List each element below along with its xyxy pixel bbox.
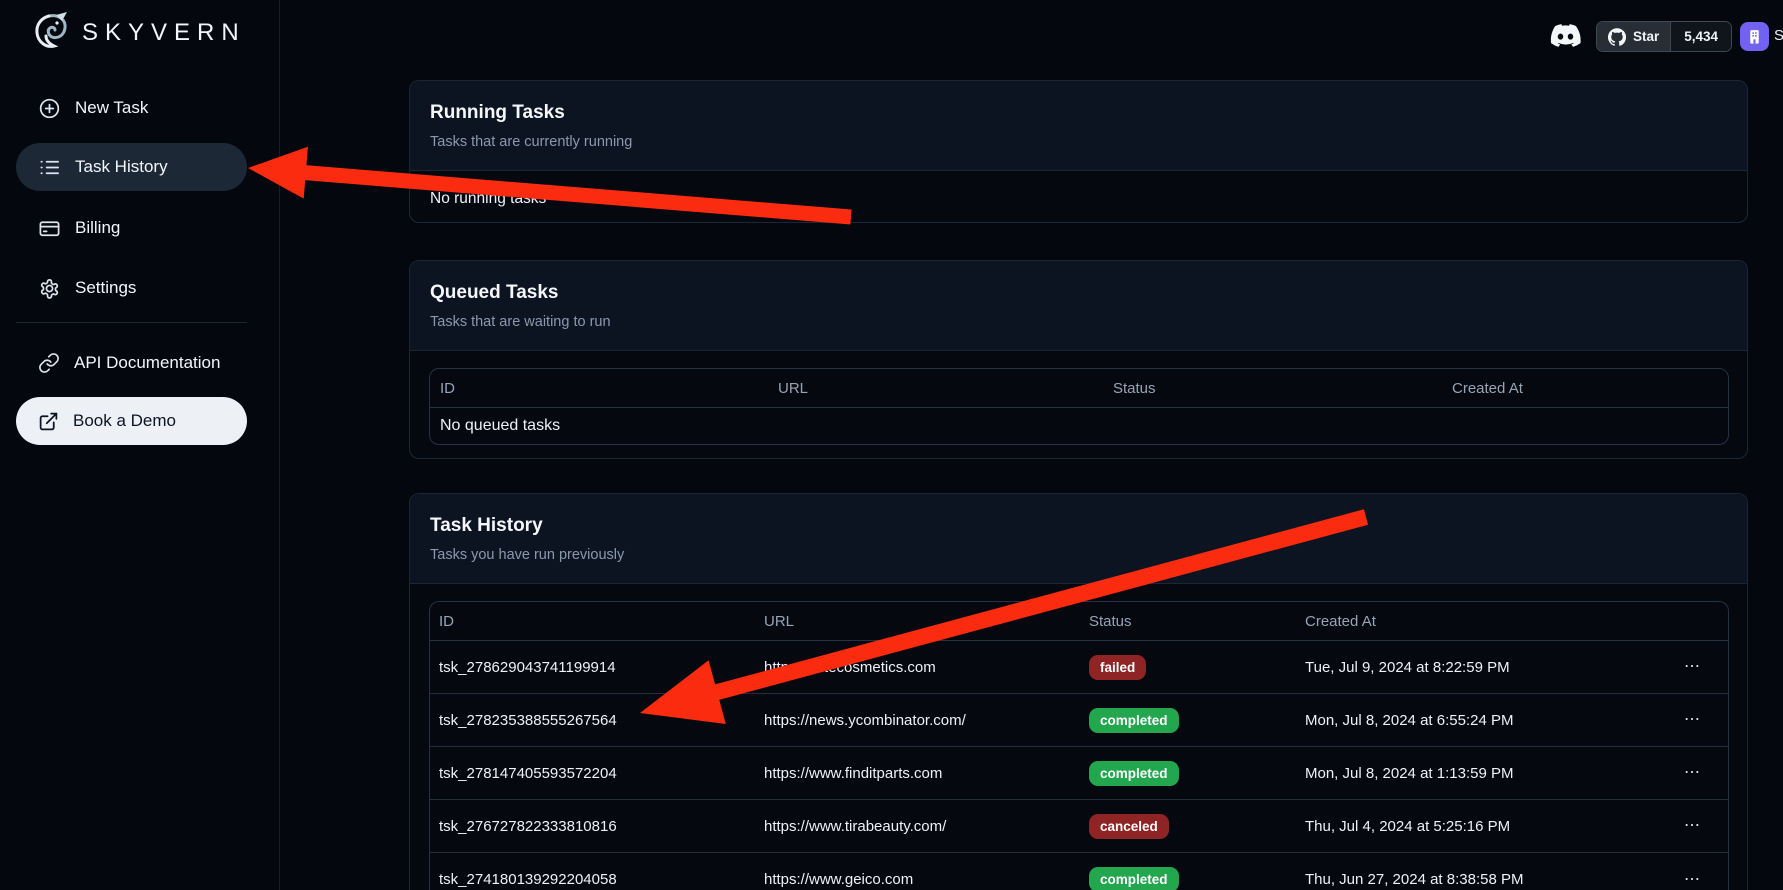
status-badge: completed	[1089, 761, 1179, 786]
sidebar-item-label: Task History	[75, 157, 168, 177]
running-tasks-card: Running Tasks Tasks that are currently r…	[409, 80, 1748, 223]
column-header-status: Status	[1113, 380, 1452, 397]
running-tasks-subtitle: Tasks that are currently running	[430, 134, 1727, 150]
queued-table-header-row: ID URL Status Created At	[430, 369, 1728, 408]
skyvern-dragon-icon	[26, 10, 72, 56]
discord-icon	[1550, 23, 1581, 48]
status-badge: failed	[1089, 655, 1146, 680]
row-actions-button[interactable]: ⋯	[1684, 872, 1728, 888]
column-header-created-at: Created At	[1452, 380, 1728, 397]
github-star-label: Star	[1633, 29, 1659, 44]
sidebar-item-label: API Documentation	[74, 353, 220, 373]
status-badge: completed	[1089, 708, 1179, 733]
row-actions-button[interactable]: ⋯	[1684, 659, 1728, 675]
task-url: https://www.tirabeauty.com/	[764, 818, 1089, 835]
github-star-button[interactable]: Star	[1597, 22, 1670, 51]
sidebar: SKYVERN New Task Task History Billing	[0, 0, 280, 890]
sidebar-item-billing[interactable]: Billing	[16, 204, 247, 252]
task-history-table: ID URL Status Created At tsk_27862904374…	[429, 601, 1729, 890]
task-id: tsk_278629043741199914	[439, 659, 764, 676]
brand-name: SKYVERN	[82, 19, 246, 47]
sidebar-divider	[16, 322, 247, 323]
link-icon	[38, 352, 60, 374]
running-tasks-title: Running Tasks	[430, 102, 1727, 124]
task-created-at: Thu, Jul 4, 2024 at 5:25:16 PM	[1305, 818, 1510, 835]
table-row[interactable]: tsk_274180139292204058 https://www.geico…	[430, 853, 1728, 890]
column-header-id: ID	[440, 380, 778, 397]
gear-icon	[38, 277, 61, 300]
table-row[interactable]: tsk_276727822333810816 https://www.tirab…	[430, 800, 1728, 853]
no-running-tasks-text: No running tasks	[410, 171, 1747, 227]
task-history-title: Task History	[430, 515, 1727, 537]
org-avatar[interactable]	[1740, 22, 1769, 51]
sidebar-item-task-history[interactable]: Task History	[16, 143, 247, 191]
task-history-card: Task History Tasks you have run previous…	[409, 493, 1748, 890]
queued-tasks-card: Queued Tasks Tasks that are waiting to r…	[409, 260, 1748, 459]
task-url: https://elitecosmetics.com	[764, 659, 1089, 676]
sidebar-item-new-task[interactable]: New Task	[16, 84, 247, 132]
task-url: https://www.geico.com	[764, 871, 1089, 888]
task-id: tsk_278147405593572204	[439, 765, 764, 782]
skyvern-logo[interactable]: SKYVERN	[26, 6, 246, 60]
task-url: https://news.ycombinator.com/	[764, 712, 1089, 729]
column-header-id: ID	[439, 613, 764, 630]
queued-tasks-table: ID URL Status Created At No queued tasks	[429, 368, 1729, 445]
sidebar-item-settings[interactable]: Settings	[16, 264, 247, 312]
task-id: tsk_274180139292204058	[439, 871, 764, 888]
credit-card-icon	[38, 217, 61, 240]
row-actions-button[interactable]: ⋯	[1684, 712, 1728, 728]
queued-empty-row: No queued tasks	[430, 408, 1728, 444]
org-name-partial[interactable]: Sk	[1774, 27, 1783, 44]
skyvern-app: SKYVERN New Task Task History Billing	[0, 0, 1783, 890]
github-star-widget[interactable]: Star 5,434	[1596, 21, 1732, 52]
task-created-at: Mon, Jul 8, 2024 at 1:13:59 PM	[1305, 765, 1513, 782]
column-header-url: URL	[764, 613, 1089, 630]
column-header-created-at: Created At	[1305, 613, 1728, 630]
task-history-subtitle: Tasks you have run previously	[430, 547, 1727, 563]
queued-tasks-header: Queued Tasks Tasks that are waiting to r…	[410, 261, 1747, 351]
external-link-icon	[38, 411, 59, 432]
row-actions-button[interactable]: ⋯	[1684, 765, 1728, 781]
sidebar-item-api-documentation[interactable]: API Documentation	[16, 339, 247, 387]
task-created-at: Thu, Jun 27, 2024 at 8:38:58 PM	[1305, 871, 1523, 888]
sidebar-item-label: Billing	[75, 218, 120, 238]
status-badge: completed	[1089, 867, 1179, 890]
table-row[interactable]: tsk_278235388555267564 https://news.ycom…	[430, 694, 1728, 747]
book-a-demo-button[interactable]: Book a Demo	[16, 397, 247, 445]
task-id: tsk_278235388555267564	[439, 712, 764, 729]
task-created-at: Mon, Jul 8, 2024 at 6:55:24 PM	[1305, 712, 1513, 729]
queued-tasks-title: Queued Tasks	[430, 282, 1727, 304]
sidebar-item-label: Settings	[75, 278, 136, 298]
no-queued-tasks-text: No queued tasks	[440, 417, 1728, 435]
list-icon	[38, 156, 61, 179]
running-tasks-header: Running Tasks Tasks that are currently r…	[410, 81, 1747, 171]
row-actions-button[interactable]: ⋯	[1684, 818, 1728, 834]
github-icon	[1608, 28, 1626, 46]
column-header-url: URL	[778, 380, 1113, 397]
sidebar-item-label: New Task	[75, 98, 148, 118]
status-badge: canceled	[1089, 814, 1169, 839]
plus-circle-icon	[38, 97, 61, 120]
task-url: https://www.finditparts.com	[764, 765, 1089, 782]
discord-button[interactable]	[1549, 19, 1582, 52]
table-row[interactable]: tsk_278147405593572204 https://www.findi…	[430, 747, 1728, 800]
sidebar-item-label: Book a Demo	[73, 411, 176, 431]
queued-tasks-subtitle: Tasks that are waiting to run	[430, 314, 1727, 330]
task-history-header: Task History Tasks you have run previous…	[410, 494, 1747, 584]
table-row[interactable]: tsk_278629043741199914 https://elitecosm…	[430, 641, 1728, 694]
github-star-count[interactable]: 5,434	[1670, 22, 1731, 51]
column-header-status: Status	[1089, 613, 1305, 630]
building-icon	[1746, 28, 1763, 45]
history-table-header-row: ID URL Status Created At	[430, 602, 1728, 641]
task-id: tsk_276727822333810816	[439, 818, 764, 835]
task-created-at: Tue, Jul 9, 2024 at 8:22:59 PM	[1305, 659, 1510, 676]
